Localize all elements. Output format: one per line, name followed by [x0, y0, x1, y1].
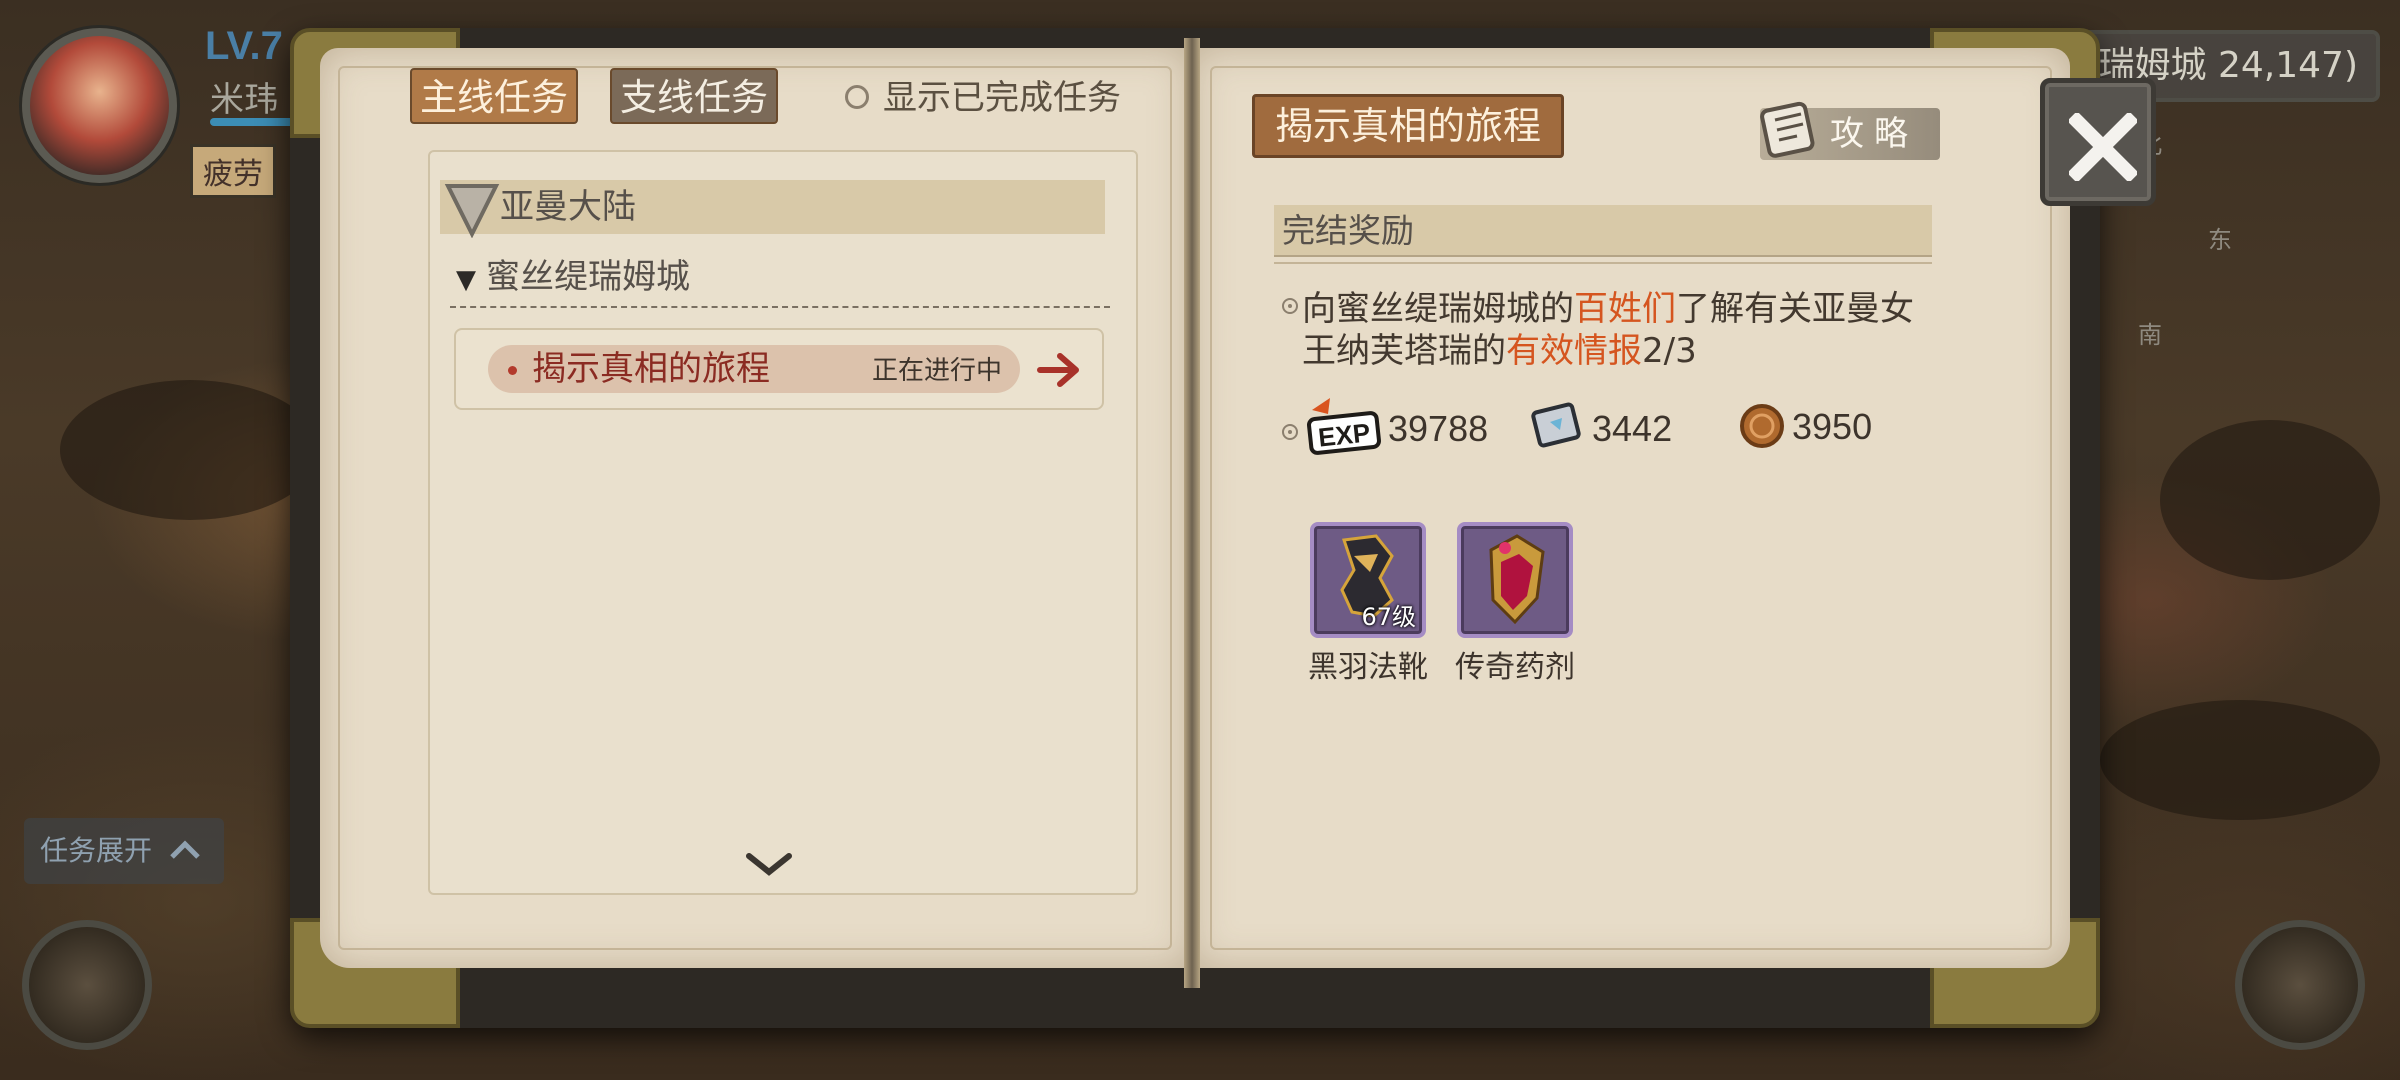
item-level: 67级	[1361, 603, 1416, 631]
quest-status: 正在进行中	[872, 356, 1003, 386]
objective-highlight: 有效情报	[1506, 331, 1642, 371]
quest-expand-label: 任务展开	[40, 834, 153, 867]
radio-icon[interactable]	[845, 84, 869, 109]
tab-main-quests[interactable]: 主线任务	[410, 68, 578, 124]
item-slot[interactable]: 67级	[1310, 522, 1426, 638]
scroll-icon	[1760, 101, 1815, 158]
reward-header: 完结奖励	[1274, 205, 1932, 257]
rock	[60, 380, 320, 520]
show-completed-toggle[interactable]: 显示已完成任务	[845, 70, 1121, 126]
quest-expand-button[interactable]: 任务展开	[24, 818, 224, 884]
chevron-up-icon	[169, 834, 201, 867]
objective-progress: 2/3	[1642, 331, 1697, 371]
item-name: 黑羽法靴	[1308, 650, 1428, 685]
compass-east: 东	[2208, 226, 2232, 254]
quest-detail-title: 揭示真相的旅程	[1252, 94, 1565, 158]
city-row[interactable]: ▼ 蜜丝缇瑞姆城	[456, 252, 690, 305]
chevron-down-icon[interactable]	[745, 850, 793, 878]
close-button[interactable]	[2040, 78, 2156, 206]
quest-name: 揭示真相的旅程	[532, 349, 770, 389]
player-name: 米玮	[210, 80, 278, 120]
quest-objective: 向蜜丝缇瑞姆城的百姓们了解有关亚曼女王纳芙塔瑞的有效情报2/3	[1302, 288, 1942, 372]
item-slot[interactable]	[1457, 522, 1573, 638]
guide-label: 攻略	[1830, 114, 1918, 154]
bullet-icon	[1282, 424, 1298, 440]
house-icon[interactable]	[2235, 920, 2365, 1050]
book-spine	[1184, 38, 1200, 988]
show-completed-label: 显示已完成任务	[883, 78, 1121, 118]
bullet-icon	[1282, 298, 1298, 314]
divider	[1274, 262, 1932, 264]
reward-tickets: 3442	[1592, 408, 1673, 449]
triangle-down-icon: ▼	[456, 265, 476, 295]
ticket-icon	[1531, 402, 1581, 448]
tab-side-quests[interactable]: 支线任务	[610, 68, 778, 124]
region-label: 亚曼大陆	[500, 187, 636, 227]
map-toggle-icon[interactable]	[22, 920, 152, 1050]
reward-exp: 39788	[1388, 408, 1489, 449]
rock	[2160, 420, 2380, 580]
region-row[interactable]: 亚曼大陆	[440, 180, 1105, 234]
city-label: 蜜丝缇瑞姆城	[486, 257, 690, 297]
bullet-dot-icon	[508, 366, 517, 375]
status-badge: 疲劳	[190, 144, 276, 198]
close-icon	[2069, 113, 2137, 181]
compass-south: 南	[2138, 321, 2162, 349]
rock	[2100, 700, 2380, 820]
right-page	[1192, 48, 2070, 968]
coin-icon	[1740, 404, 1784, 448]
exp-icon: EXP	[1307, 398, 1381, 455]
reward-coins: 3950	[1792, 406, 1873, 447]
objective-text: 向蜜丝缇瑞姆城的	[1302, 289, 1574, 329]
potion-icon	[1489, 534, 1545, 625]
item-name: 传奇药剂	[1455, 650, 1575, 685]
objective-highlight: 百姓们	[1574, 289, 1676, 329]
divider	[450, 306, 1110, 308]
exp-label: EXP	[1317, 417, 1372, 452]
collapse-triangle-icon[interactable]	[444, 180, 500, 238]
arrow-right-icon[interactable]	[1036, 348, 1082, 392]
player-level: LV.7	[205, 24, 283, 68]
player-avatar[interactable]	[22, 28, 177, 183]
